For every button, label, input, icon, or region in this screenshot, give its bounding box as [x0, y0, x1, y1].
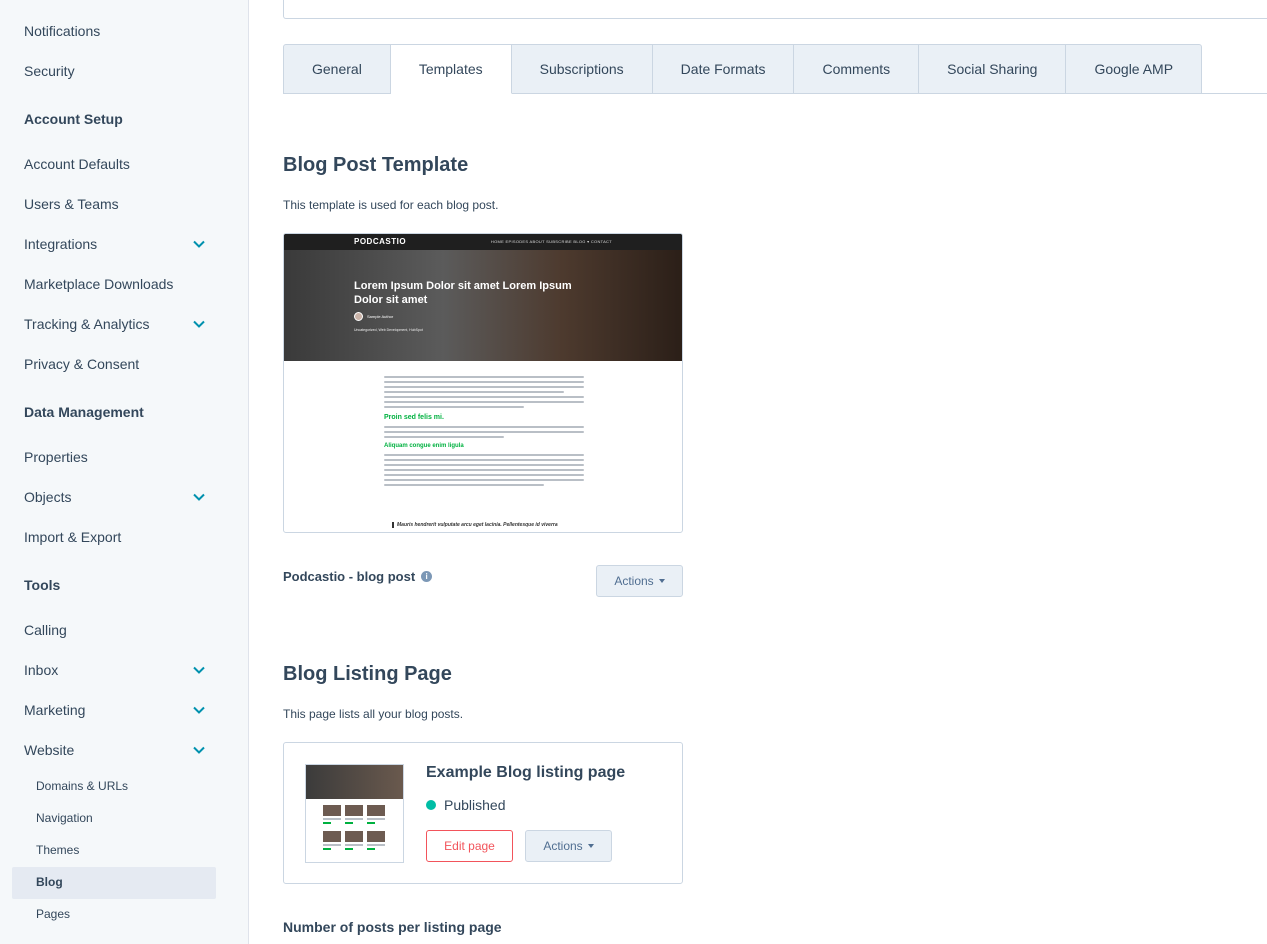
tab-general[interactable]: General [283, 44, 391, 94]
sidebar-item-tracking-analytics[interactable]: Tracking & Analytics [24, 313, 214, 335]
sidebar-item-privacy-consent[interactable]: Privacy & Consent [24, 353, 214, 375]
sidebar-subitem-themes[interactable]: Themes [36, 843, 79, 857]
chevron-down-icon[interactable] [192, 317, 206, 331]
chevron-down-icon[interactable] [192, 237, 206, 251]
avatar [354, 312, 363, 321]
sidebar-item-account-defaults[interactable]: Account Defaults [24, 153, 214, 175]
listing-actions-button[interactable]: Actions [525, 830, 612, 862]
preview-nav-links: HOME EPISODES ABOUT SUBSCRIBE BLOG ▾ CON… [490, 239, 612, 244]
sidebar-section-tools: Tools [24, 577, 61, 593]
sidebar-section-account-setup: Account Setup [24, 111, 123, 127]
sidebar-item-security[interactable]: Security [24, 60, 214, 82]
preview-subheading-2: Aliquam congue enim ligula [384, 443, 464, 449]
preview-author: Sample Author [354, 312, 393, 321]
sidebar-subitem-navigation[interactable]: Navigation [36, 811, 93, 825]
status-dot-icon [426, 800, 436, 810]
tab-subscriptions[interactable]: Subscriptions [511, 44, 653, 94]
sidebar-item-marketplace-downloads[interactable]: Marketplace Downloads [24, 273, 214, 295]
caret-down-icon [658, 579, 665, 583]
chevron-down-icon[interactable] [192, 663, 206, 677]
sidebar-subitem-pages[interactable]: Pages [36, 907, 70, 921]
sidebar-item-website[interactable]: Website [24, 739, 214, 761]
sidebar-item-inbox[interactable]: Inbox [24, 659, 214, 681]
preview-body: Proin sed felis mi. Aliquam congue enim … [384, 376, 584, 489]
sidebar-subitem-blog[interactable]: Blog [36, 875, 63, 889]
sidebar-item-import-export[interactable]: Import & Export [24, 526, 214, 548]
blog-post-template-name: Podcastio - blog post i [283, 569, 433, 584]
chevron-down-icon[interactable] [192, 490, 206, 504]
blog-listing-card: Example Blog listing page Published Edit… [283, 742, 683, 884]
chevron-down-icon[interactable] [192, 743, 206, 757]
sidebar-item-users-teams[interactable]: Users & Teams [24, 193, 214, 215]
blog-listing-page-description: This page lists all your blog posts. [283, 707, 464, 721]
preview-blockquote: Mauris hendrerit vulputate arcu eget lac… [392, 522, 558, 528]
preview-post-title: Lorem Ipsum Dolor sit amet Lorem Ipsum D… [354, 280, 572, 306]
main-content: General Templates Subscriptions Date For… [250, 0, 1267, 944]
sidebar-item-properties[interactable]: Properties [24, 446, 214, 468]
post-template-actions-button[interactable]: Actions [596, 565, 683, 597]
blog-post-template-heading: Blog Post Template [283, 154, 469, 176]
posts-per-page-label: Number of posts per listing page [283, 919, 502, 935]
preview-tags: Uncategorized, Web Development, HubSpot [354, 328, 423, 332]
preview-author-name: Sample Author [367, 314, 394, 319]
tab-templates[interactable]: Templates [390, 44, 512, 94]
listing-page-thumbnail[interactable] [305, 764, 404, 863]
preview-nav-bar [284, 234, 682, 250]
sidebar-item-marketing[interactable]: Marketing [24, 699, 214, 721]
listing-page-title: Example Blog listing page [426, 764, 626, 781]
tab-social-sharing[interactable]: Social Sharing [919, 44, 1067, 94]
tab-date-formats[interactable]: Date Formats [652, 44, 795, 94]
sidebar-section-data-management: Data Management [24, 404, 144, 420]
preview-subheading: Proin sed felis mi. [384, 414, 444, 421]
top-panel-edge [283, 0, 1267, 19]
blog-post-template-description: This template is used for each blog post… [283, 198, 499, 212]
preview-logo: PODCASTIO [354, 237, 407, 246]
sidebar-subitem-domains-urls[interactable]: Domains & URLs [36, 779, 128, 793]
chevron-down-icon[interactable] [192, 703, 206, 717]
settings-sidebar: Notifications Security Account Setup Acc… [0, 0, 249, 944]
sidebar-item-calling[interactable]: Calling [24, 619, 214, 641]
status-badge: Published [426, 797, 506, 813]
tab-google-amp[interactable]: Google AMP [1066, 44, 1203, 94]
tab-comments[interactable]: Comments [794, 44, 920, 94]
caret-down-icon [587, 844, 594, 848]
sidebar-item-integrations[interactable]: Integrations [24, 233, 214, 255]
sidebar-item-notifications[interactable]: Notifications [24, 20, 214, 42]
blog-post-template-preview[interactable]: PODCASTIO HOME EPISODES ABOUT SUBSCRIBE … [283, 233, 683, 533]
info-icon[interactable]: i [421, 571, 433, 582]
edit-page-button[interactable]: Edit page [426, 830, 513, 862]
settings-tabs: General Templates Subscriptions Date For… [283, 44, 1203, 94]
blog-listing-page-heading: Blog Listing Page [283, 663, 452, 685]
sidebar-item-objects[interactable]: Objects [24, 486, 214, 508]
